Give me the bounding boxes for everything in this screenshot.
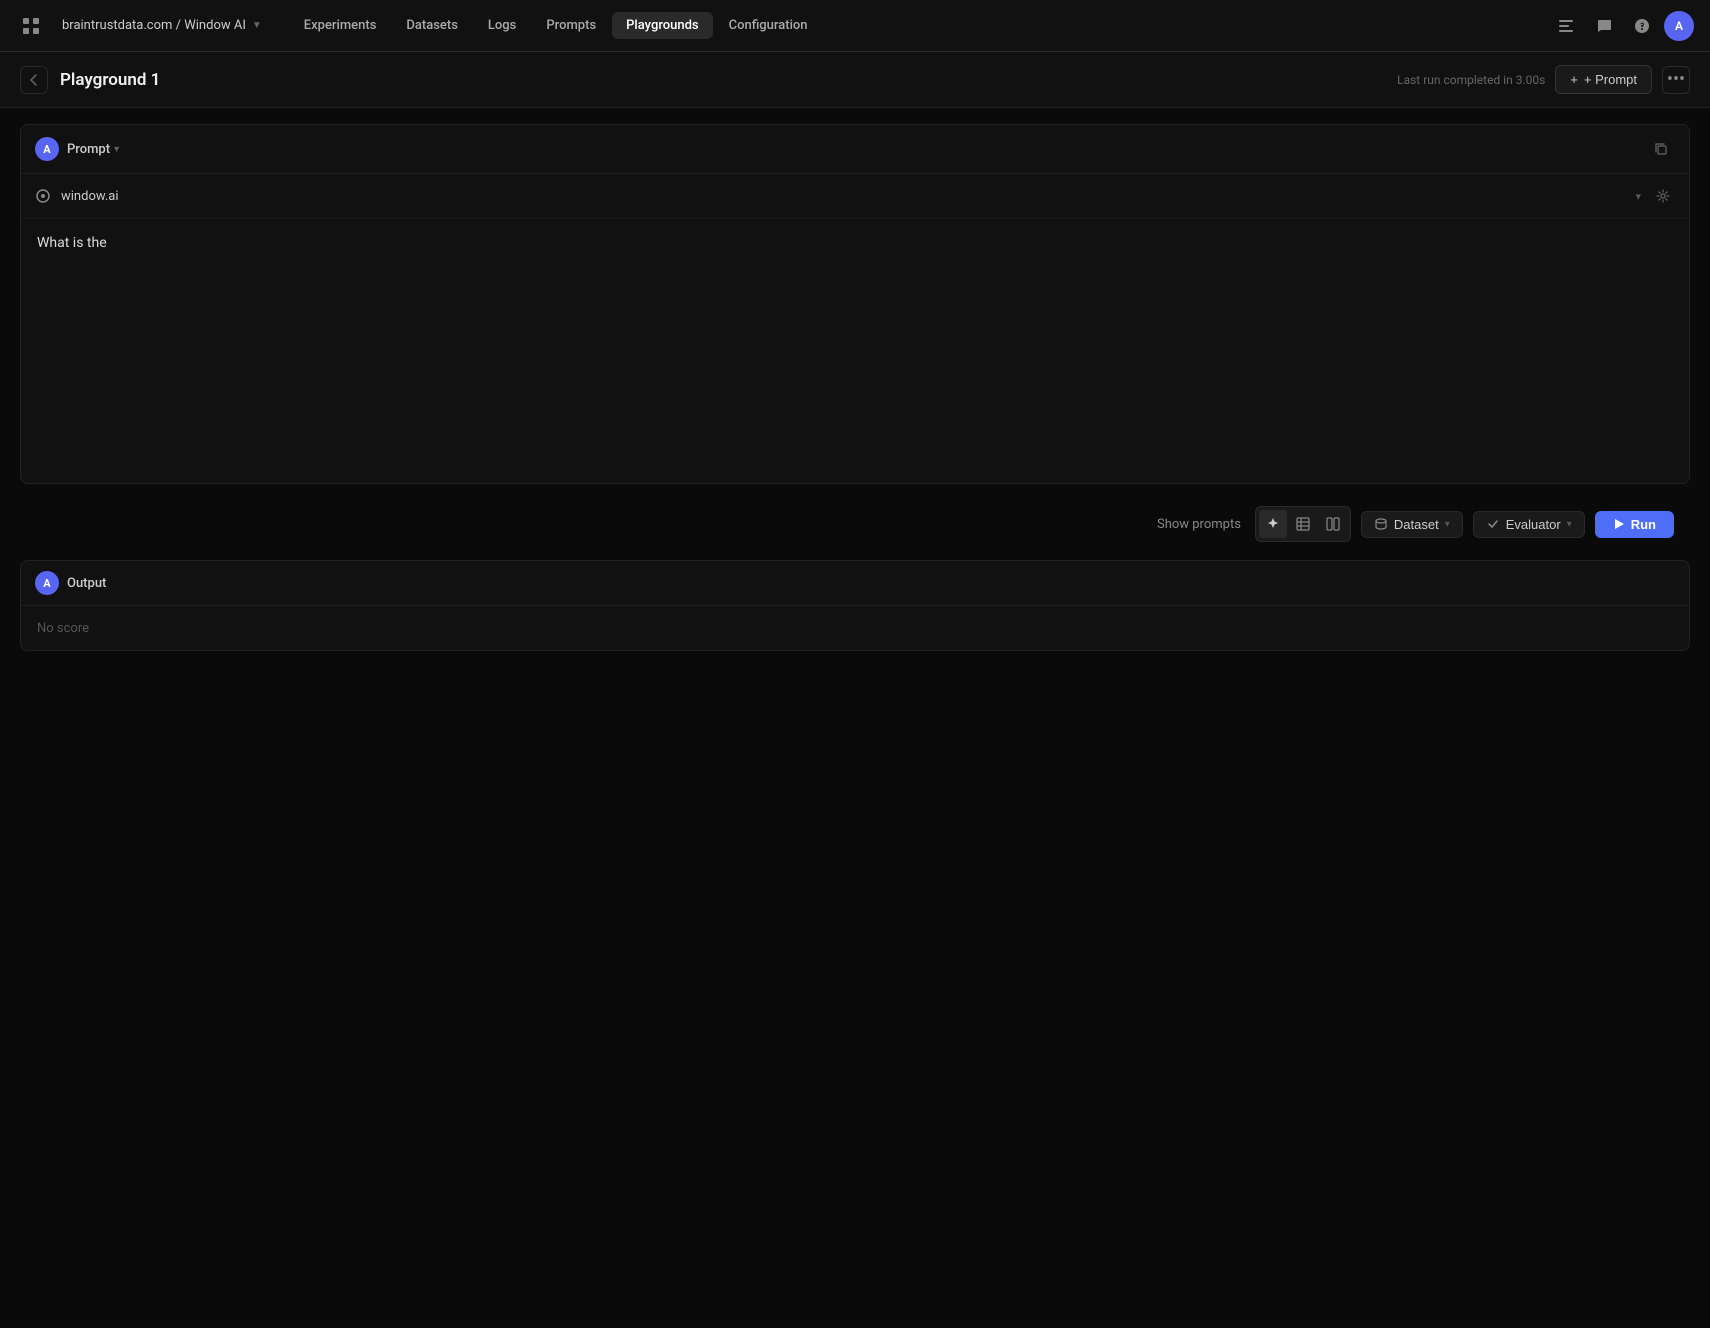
evaluator-label: Evaluator (1506, 517, 1561, 532)
subheader: Playground 1 Last run completed in 3.00s… (0, 52, 1710, 108)
main-content: A Prompt ▾ (0, 108, 1710, 667)
add-prompt-label: + Prompt (1584, 72, 1637, 87)
nav-links: Experiments Datasets Logs Prompts Playgr… (290, 12, 1542, 39)
nav-logs[interactable]: Logs (474, 12, 530, 39)
nav-experiments[interactable]: Experiments (290, 12, 391, 39)
dataset-label: Dataset (1394, 517, 1439, 532)
last-run-status: Last run completed in 3.00s (1397, 73, 1545, 87)
add-prompt-button[interactable]: + + Prompt (1555, 65, 1652, 94)
model-selector-wrapper[interactable]: window.ai (61, 189, 1627, 204)
brand-chevron-icon: ▼ (252, 20, 262, 31)
view-icon-sparkle[interactable] (1259, 510, 1287, 538)
prompt-role-selector[interactable]: Prompt ▾ (67, 142, 119, 157)
more-options-button[interactable]: ••• (1662, 66, 1690, 94)
prompt-textarea[interactable]: What is the (21, 219, 1689, 479)
brand-text: braintrustdata.com / Window AI (62, 18, 246, 33)
prompt-card: A Prompt ▾ (20, 124, 1690, 484)
output-card-header: A Output (21, 561, 1689, 606)
help-icon[interactable] (1626, 10, 1658, 42)
topnav: braintrustdata.com / Window AI ▼ Experim… (0, 0, 1710, 52)
chat-icon[interactable] (1588, 10, 1620, 42)
output-body: No score (21, 606, 1689, 650)
topnav-right: A (1550, 10, 1694, 42)
prompt-card-header: A Prompt ▾ (21, 125, 1689, 174)
brand-selector[interactable]: braintrustdata.com / Window AI ▼ (54, 14, 270, 37)
run-label: Run (1631, 517, 1656, 532)
nav-playgrounds[interactable]: Playgrounds (612, 12, 712, 39)
no-score-text: No score (37, 621, 89, 636)
sidebar-toggle-icon[interactable] (1550, 10, 1582, 42)
model-selector-row: window.ai ▾ (21, 174, 1689, 219)
run-button[interactable]: Run (1595, 511, 1674, 538)
model-icon (33, 186, 53, 206)
output-card: A Output No score (20, 560, 1690, 651)
nav-prompts[interactable]: Prompts (532, 12, 610, 39)
view-icon-table[interactable] (1289, 510, 1317, 538)
evaluator-chevron-icon: ▾ (1567, 519, 1572, 530)
dataset-chevron-icon: ▾ (1445, 519, 1450, 530)
prompt-role-text: Prompt (67, 142, 110, 157)
add-prompt-plus-icon: + (1570, 72, 1578, 87)
view-toggle-group (1255, 506, 1351, 542)
model-value: window.ai (61, 189, 119, 204)
model-settings-icon[interactable] (1649, 182, 1677, 210)
copy-icon[interactable] (1647, 135, 1675, 163)
evaluator-button[interactable]: Evaluator ▾ (1473, 511, 1585, 538)
prompt-textarea-container: What is the (21, 219, 1689, 483)
toolbar-row: Show prompts (20, 496, 1690, 552)
output-label: Output (67, 576, 106, 591)
prompt-role-badge: A (35, 137, 59, 161)
more-dots-icon: ••• (1667, 69, 1685, 90)
output-role-badge: A (35, 571, 59, 595)
back-button[interactable] (20, 66, 48, 94)
nav-datasets[interactable]: Datasets (392, 12, 472, 39)
model-chevron-icon[interactable]: ▾ (1635, 190, 1641, 203)
dataset-button[interactable]: Dataset ▾ (1361, 511, 1463, 538)
logo-icon[interactable] (16, 11, 46, 41)
prompt-role-chevron-icon: ▾ (114, 144, 119, 155)
show-prompts-label: Show prompts (1157, 517, 1241, 532)
nav-configuration[interactable]: Configuration (715, 12, 822, 39)
subheader-right: Last run completed in 3.00s + + Prompt •… (1397, 65, 1690, 94)
user-avatar[interactable]: A (1664, 11, 1694, 41)
prompt-card-actions (1647, 135, 1675, 163)
view-icon-split[interactable] (1319, 510, 1347, 538)
page-title: Playground 1 (60, 70, 160, 90)
